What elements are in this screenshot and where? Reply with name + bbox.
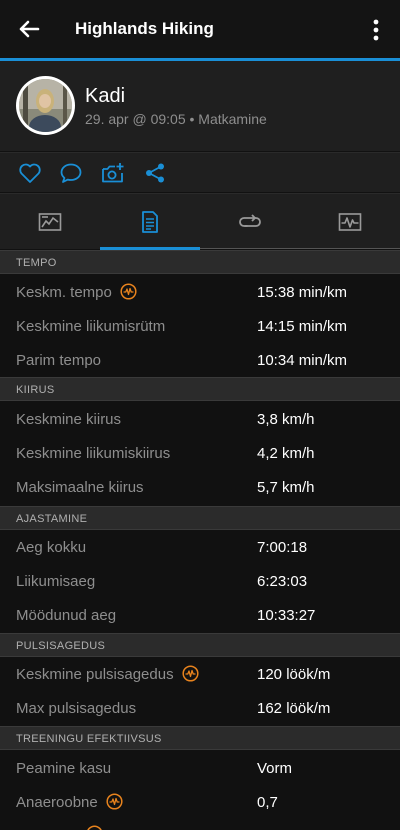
app-bar: Highlands Hiking bbox=[0, 0, 400, 60]
stat-value: 15:38 min/km bbox=[257, 284, 348, 301]
stat-value: 10:33:27 bbox=[257, 607, 316, 624]
stat-value: 162 löök/m bbox=[257, 700, 331, 717]
section-header-pulsisagedus: PULSISAGEDUS bbox=[0, 633, 400, 657]
stat-row: Möödunud aeg 10:33:27 bbox=[0, 599, 400, 633]
stat-row: Max pulsisagedus 162 löök/m bbox=[0, 692, 400, 726]
stat-value: 10:34 min/km bbox=[257, 352, 348, 369]
stat-value: 3,8 km/h bbox=[257, 411, 315, 428]
stat-label: Anaeroobne bbox=[16, 793, 123, 811]
stat-label: Aeg kokku bbox=[16, 539, 87, 556]
stat-value: Vorm bbox=[257, 760, 293, 777]
tab-laps[interactable] bbox=[200, 194, 300, 250]
stat-label: Möödunud aeg bbox=[16, 607, 117, 624]
section-header-treening: TREENINGU EFEKTIIVSUS bbox=[0, 726, 400, 750]
page-title: Highlands Hiking bbox=[75, 19, 214, 38]
heartrate-badge-icon[interactable] bbox=[120, 283, 137, 300]
stat-row: Parim tempo 10:34 min/km bbox=[0, 344, 400, 378]
add-photo-icon[interactable] bbox=[101, 162, 125, 184]
stat-value: 120 löök/m bbox=[257, 666, 331, 683]
action-bar bbox=[0, 152, 400, 192]
section-title: KIIRUS bbox=[16, 384, 55, 396]
tab-summary[interactable] bbox=[0, 194, 100, 250]
heartrate-badge-icon bbox=[87, 825, 102, 830]
stat-row: Peamine kasu Vorm bbox=[0, 752, 400, 786]
activity-tabs bbox=[0, 193, 400, 250]
comment-icon[interactable] bbox=[59, 162, 83, 184]
section-title: TREENINGU EFEKTIIVSUS bbox=[16, 733, 162, 745]
more-options-icon[interactable] bbox=[364, 18, 388, 42]
avatar[interactable] bbox=[16, 76, 75, 135]
laps-icon bbox=[239, 214, 261, 227]
activity-meta: 29. apr @ 09:05 • Matkamine bbox=[85, 111, 267, 127]
stat-value: 6:23:03 bbox=[257, 573, 308, 590]
stat-label: Keskmine liikumiskiirus bbox=[16, 445, 171, 462]
activity-header: Kadi 29. apr @ 09:05 • Matkamine bbox=[0, 61, 400, 151]
stat-row: Liikumisaeg 6:23:03 bbox=[0, 565, 400, 599]
back-arrow-icon[interactable] bbox=[14, 14, 44, 44]
stat-label: Max pulsisagedus bbox=[16, 700, 137, 717]
stat-row: Keskm. tempo 15:38 min/km bbox=[0, 276, 400, 310]
stat-label: Parim tempo bbox=[16, 352, 102, 369]
stat-value: 4,2 km/h bbox=[257, 445, 315, 462]
details-icon bbox=[142, 211, 158, 233]
stat-row: Aeg kokku 7:00:18 bbox=[0, 531, 400, 565]
section-header-kiirus: KIIRUS bbox=[0, 377, 400, 401]
section-title: PULSISAGEDUS bbox=[16, 640, 106, 652]
tab-charts[interactable] bbox=[300, 194, 400, 250]
heartrate-badge-icon[interactable] bbox=[106, 793, 123, 810]
stat-row: Keskmine kiirus 3,8 km/h bbox=[0, 403, 400, 437]
stat-value: 0,7 bbox=[257, 794, 278, 811]
stat-row: Maksimaalne kiirus 5,7 km/h bbox=[0, 471, 400, 505]
stat-value: 14:15 min/km bbox=[257, 318, 348, 335]
stat-label: Keskmine kiirus bbox=[16, 411, 122, 428]
stat-label: Liikumisaeg bbox=[16, 573, 96, 590]
stat-value: 5,7 km/h bbox=[257, 479, 315, 496]
stat-row: Keskmine liikumisrütm 14:15 min/km bbox=[0, 310, 400, 344]
stat-row: Keskmine pulsisagedus 120 löök/m bbox=[0, 658, 400, 692]
charts-icon bbox=[338, 213, 362, 231]
heart-icon[interactable] bbox=[18, 162, 42, 184]
user-name[interactable]: Kadi bbox=[85, 85, 125, 108]
stat-label: Keskm. tempo bbox=[16, 283, 137, 301]
stat-row: Anaeroobne 0,7 bbox=[0, 786, 400, 820]
stat-row: Keskmine liikumiskiirus 4,2 km/h bbox=[0, 437, 400, 471]
stat-row-partial bbox=[0, 820, 400, 830]
tab-details[interactable] bbox=[100, 194, 200, 250]
stat-label: Keskmine pulsisagedus bbox=[16, 665, 199, 683]
section-title: TEMPO bbox=[16, 257, 57, 269]
section-header-ajastamine: AJASTAMINE bbox=[0, 506, 400, 530]
share-icon[interactable] bbox=[143, 162, 167, 184]
summary-icon bbox=[38, 213, 62, 231]
heartrate-badge-icon[interactable] bbox=[182, 665, 199, 682]
section-header-tempo: TEMPO bbox=[0, 250, 400, 274]
stat-value: 7:00:18 bbox=[257, 539, 308, 556]
tabs-divider bbox=[200, 248, 400, 249]
stat-label: Peamine kasu bbox=[16, 760, 112, 777]
stat-label: Maksimaalne kiirus bbox=[16, 479, 144, 496]
section-title: AJASTAMINE bbox=[16, 513, 88, 525]
stat-label: Keskmine liikumisrütm bbox=[16, 318, 166, 335]
